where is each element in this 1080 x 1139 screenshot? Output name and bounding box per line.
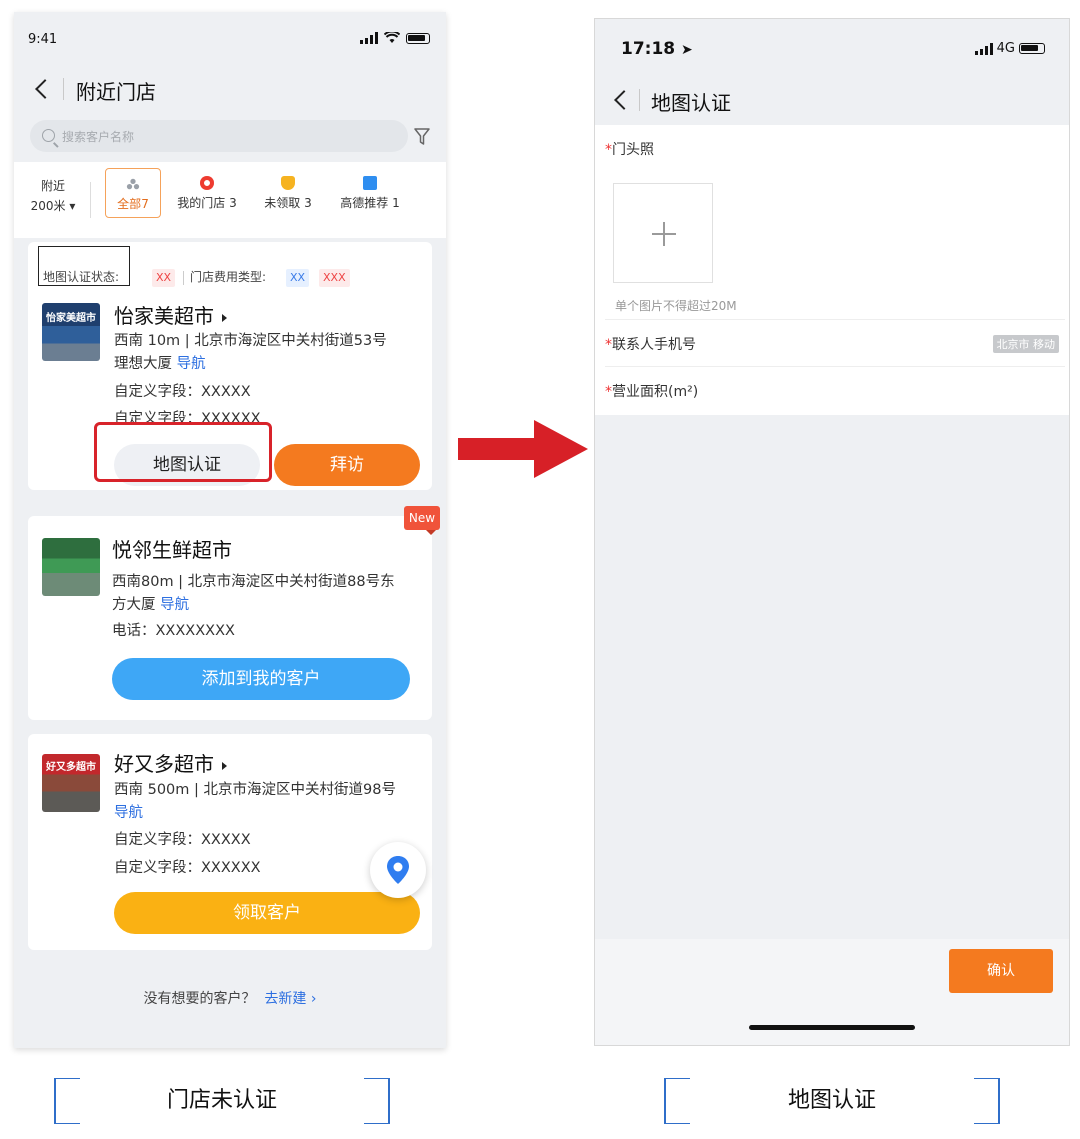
footer-create-prompt: 没有想要的客户？ 去新建 › xyxy=(143,991,317,1007)
right-phone-screen: 17:18 ➤ 4G 地图认证 *门头照 单个图片不得超过20M *联系人手机号… xyxy=(594,18,1070,1046)
chip-all[interactable]: 全部7 xyxy=(105,168,161,218)
fee-type-label: 门店费用类型: xyxy=(190,270,267,284)
store-photo: 好又多超市 xyxy=(42,754,100,812)
photo-upload-button[interactable] xyxy=(613,183,713,283)
visit-button[interactable]: 拜访 xyxy=(274,444,420,486)
nearby-range-select[interactable]: 附近 200米 ▾ xyxy=(26,176,80,216)
field-label-photo: *门头照 xyxy=(605,142,654,158)
carrier-badge: 北京市 移动 xyxy=(992,335,1059,353)
status-time: 9:41 xyxy=(28,32,58,47)
battery-icon xyxy=(1019,43,1045,54)
store-name[interactable]: 怡家美超市 xyxy=(114,300,227,329)
arrow-right-icon xyxy=(458,420,588,478)
page-title: 地图认证 xyxy=(651,91,731,115)
signal-icon xyxy=(974,42,993,55)
store-icon xyxy=(363,176,377,190)
my-store-icon xyxy=(200,176,214,190)
search-input[interactable]: 搜索客户名称 xyxy=(30,120,408,152)
upload-hint: 单个图片不得超过20M xyxy=(615,299,737,313)
back-icon[interactable] xyxy=(614,90,634,110)
store-address-cont: 理想大厦 导航 xyxy=(114,356,206,372)
status-icons xyxy=(360,32,430,44)
store-address-cont: 方大厦 导航 xyxy=(112,597,190,613)
filter-chip-bar: 附近 200米 ▾ 全部7 我的门店 3 未领取 3 高德推荐 1 xyxy=(14,162,446,238)
nearby-distance: 200米 ▾ xyxy=(30,199,76,213)
new-badge: New xyxy=(404,506,440,535)
phone-field[interactable]: *联系人手机号 北京市 移动 xyxy=(595,320,1069,366)
filter-icon[interactable] xyxy=(414,128,430,146)
caption-right: 地图认证 xyxy=(664,1078,1000,1124)
people-icon xyxy=(126,178,140,190)
left-phone-screen: 9:41 附近门店 搜索客户名称 附近 200米 ▾ 全部7 我的门店 3 未领… xyxy=(14,12,446,1048)
area-field[interactable]: *营业面积(m²) xyxy=(595,367,1069,413)
store-card[interactable]: 悦邻生鲜超市 西南80m | 北京市海淀区中关村街道88号东 方大厦 导航 电话… xyxy=(28,516,432,720)
annotation-label-box xyxy=(38,246,130,286)
navigate-link[interactable]: 导航 xyxy=(160,597,189,613)
store-address: 西南 500m | 北京市海淀区中关村街道98号 xyxy=(114,782,396,798)
caret-right-icon xyxy=(222,761,227,770)
shield-icon xyxy=(281,176,295,190)
custom-field: 自定义字段：XXXXX xyxy=(114,832,251,848)
field-label-area: *营业面积(m²) xyxy=(605,384,699,400)
store-address: 西南 10m | 北京市海淀区中关村街道53号 xyxy=(114,333,387,349)
field-label-phone: *联系人手机号 xyxy=(605,337,696,353)
chip-divider xyxy=(90,182,91,218)
fee-type-tag: XX xyxy=(286,269,310,287)
store-name[interactable]: 好又多超市 xyxy=(114,748,227,777)
navigate-link[interactable]: 导航 xyxy=(114,802,143,824)
add-to-my-customers-button[interactable]: 添加到我的客户 xyxy=(112,658,410,700)
locate-button[interactable] xyxy=(370,842,426,898)
home-indicator xyxy=(749,1025,915,1030)
store-name[interactable]: 悦邻生鲜超市 xyxy=(112,534,232,563)
back-icon[interactable] xyxy=(35,79,55,99)
tag-divider xyxy=(183,271,184,285)
map-status-tag: XX xyxy=(152,269,176,287)
claim-customer-button[interactable]: 领取客户 xyxy=(114,892,420,934)
status-icons: 4G xyxy=(974,41,1045,56)
caption-left: 门店未认证 xyxy=(54,1078,390,1124)
wifi-icon xyxy=(384,32,400,43)
chip-amap-recommend[interactable]: 高德推荐 1 xyxy=(334,168,406,218)
chip-my-stores[interactable]: 我的门店 3 xyxy=(174,168,240,218)
store-address: 西南80m | 北京市海淀区中关村街道88号东 xyxy=(112,574,395,590)
custom-field: 自定义字段：XXXXXX xyxy=(114,860,261,876)
store-photo xyxy=(42,538,100,596)
battery-icon xyxy=(406,32,430,44)
custom-field: 自定义字段：XXXXX xyxy=(114,384,251,400)
store-photo: 怡家美超市 xyxy=(42,303,100,361)
network-type: 4G xyxy=(996,41,1015,56)
fee-type-tag: XXX xyxy=(319,269,350,287)
confirm-button[interactable]: 确认 xyxy=(949,949,1053,993)
create-new-link[interactable]: 去新建 › xyxy=(264,991,316,1007)
search-icon xyxy=(42,129,55,142)
store-phone: 电话：XXXXXXXX xyxy=(112,623,235,639)
annotation-highlight-box xyxy=(94,422,272,482)
search-placeholder: 搜索客户名称 xyxy=(62,130,135,144)
caret-right-icon xyxy=(222,313,227,322)
nav-divider xyxy=(63,78,64,100)
status-time: 17:18 ➤ xyxy=(621,39,693,59)
nearby-label: 附近 xyxy=(40,179,65,193)
page-title: 附近门店 xyxy=(76,80,156,104)
location-pin-icon xyxy=(387,856,409,884)
nav-divider xyxy=(639,89,640,111)
chip-unclaimed[interactable]: 未领取 3 xyxy=(260,168,316,218)
signal-icon xyxy=(360,32,378,44)
navigate-link[interactable]: 导航 xyxy=(177,356,206,372)
